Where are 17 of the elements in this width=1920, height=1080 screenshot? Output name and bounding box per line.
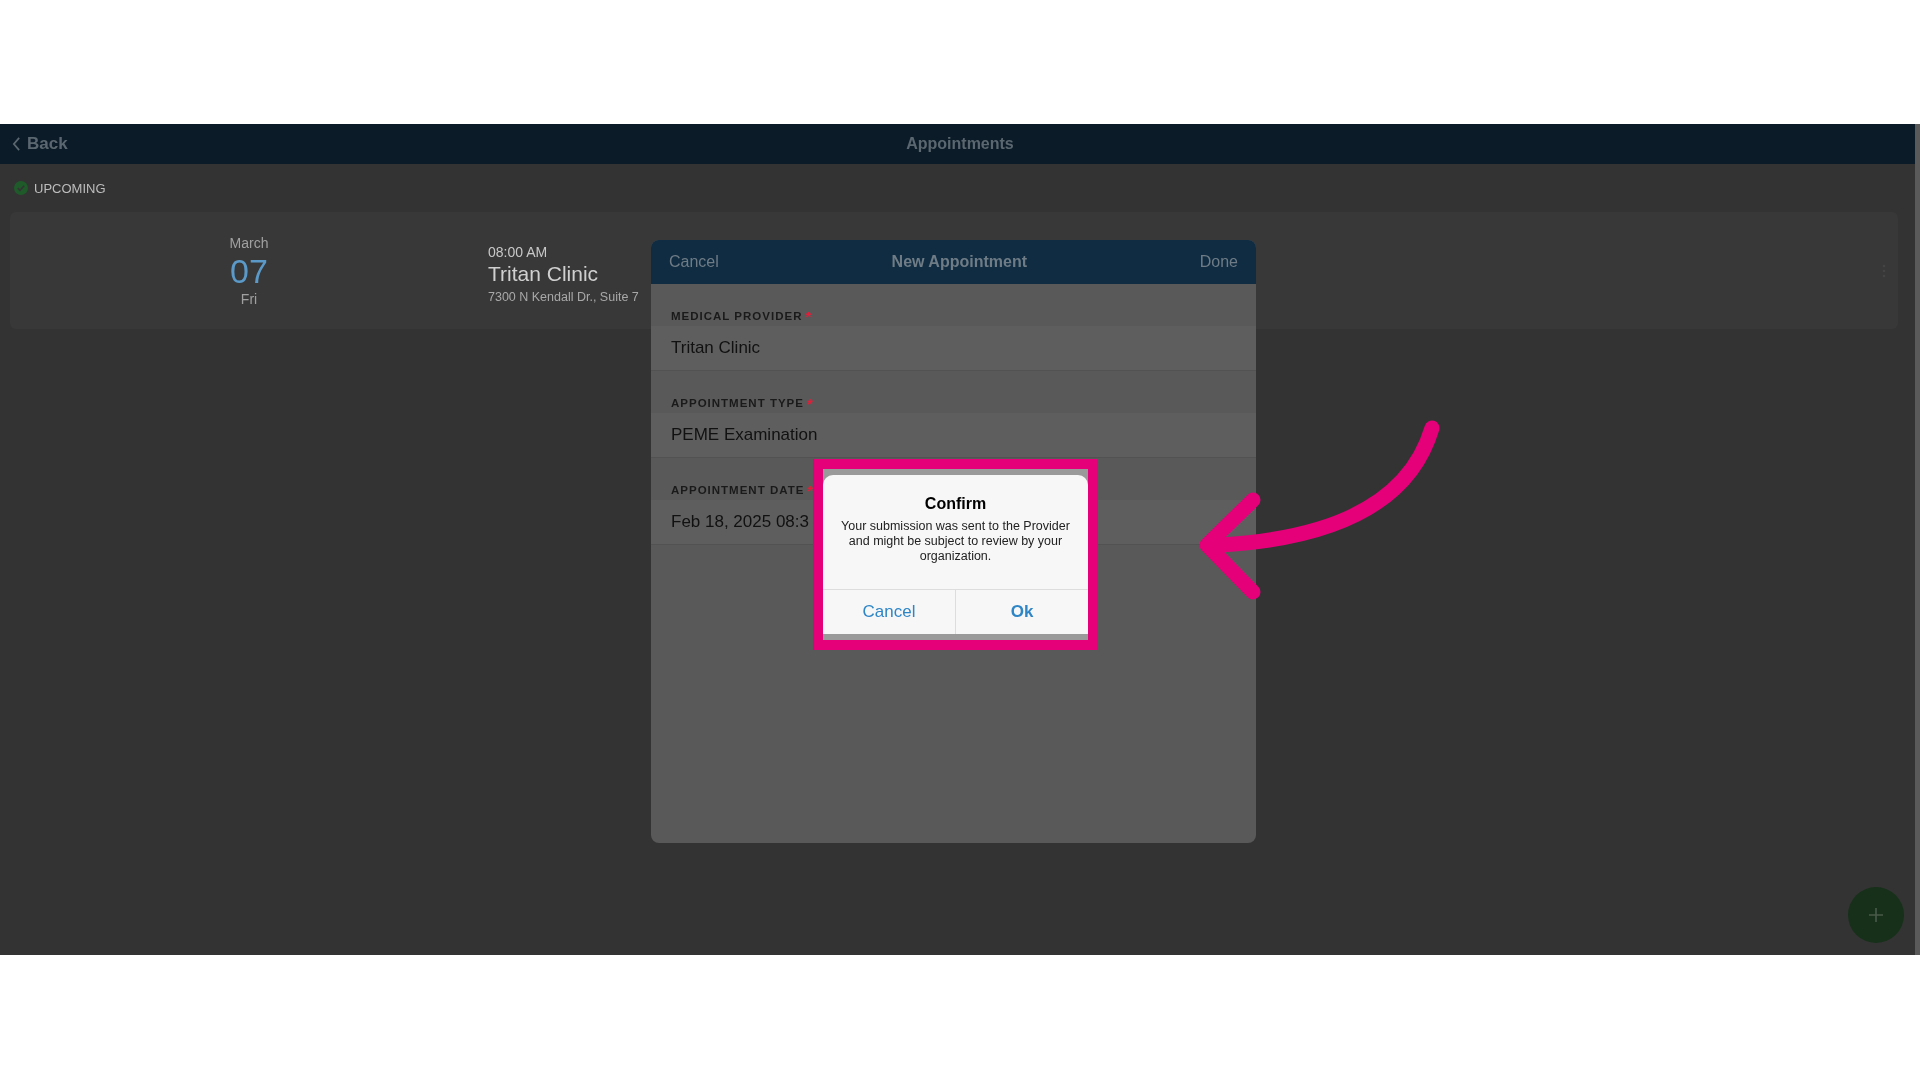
time-text: 08:00 AM <box>488 243 549 260</box>
required-mark: * <box>806 395 813 412</box>
dialog-title: Confirm <box>924 495 987 513</box>
required-mark: * <box>807 482 814 499</box>
month-text: March <box>229 234 269 251</box>
provider-name: Tritan Clinic <box>488 261 600 286</box>
modal-title: New Appointment <box>891 253 1027 271</box>
day-number: 07 <box>230 250 268 291</box>
field-label: APPOINTMENT DATE <box>671 483 805 496</box>
dialog-message: Your submission was sent to the Provider and might be subject to review by your organization. <box>840 519 1071 564</box>
required-mark: * <box>805 308 812 325</box>
section-label: UPCOMING <box>34 180 106 196</box>
page-title: Appointments <box>906 135 1014 153</box>
address-text: 7300 N Kendall Dr., Suite 7 <box>488 289 639 304</box>
field-label: APPOINTMENT TYPE <box>671 396 804 409</box>
field-label: MEDICAL PROVIDER <box>671 309 803 322</box>
weekday-text: Fri <box>240 290 258 307</box>
